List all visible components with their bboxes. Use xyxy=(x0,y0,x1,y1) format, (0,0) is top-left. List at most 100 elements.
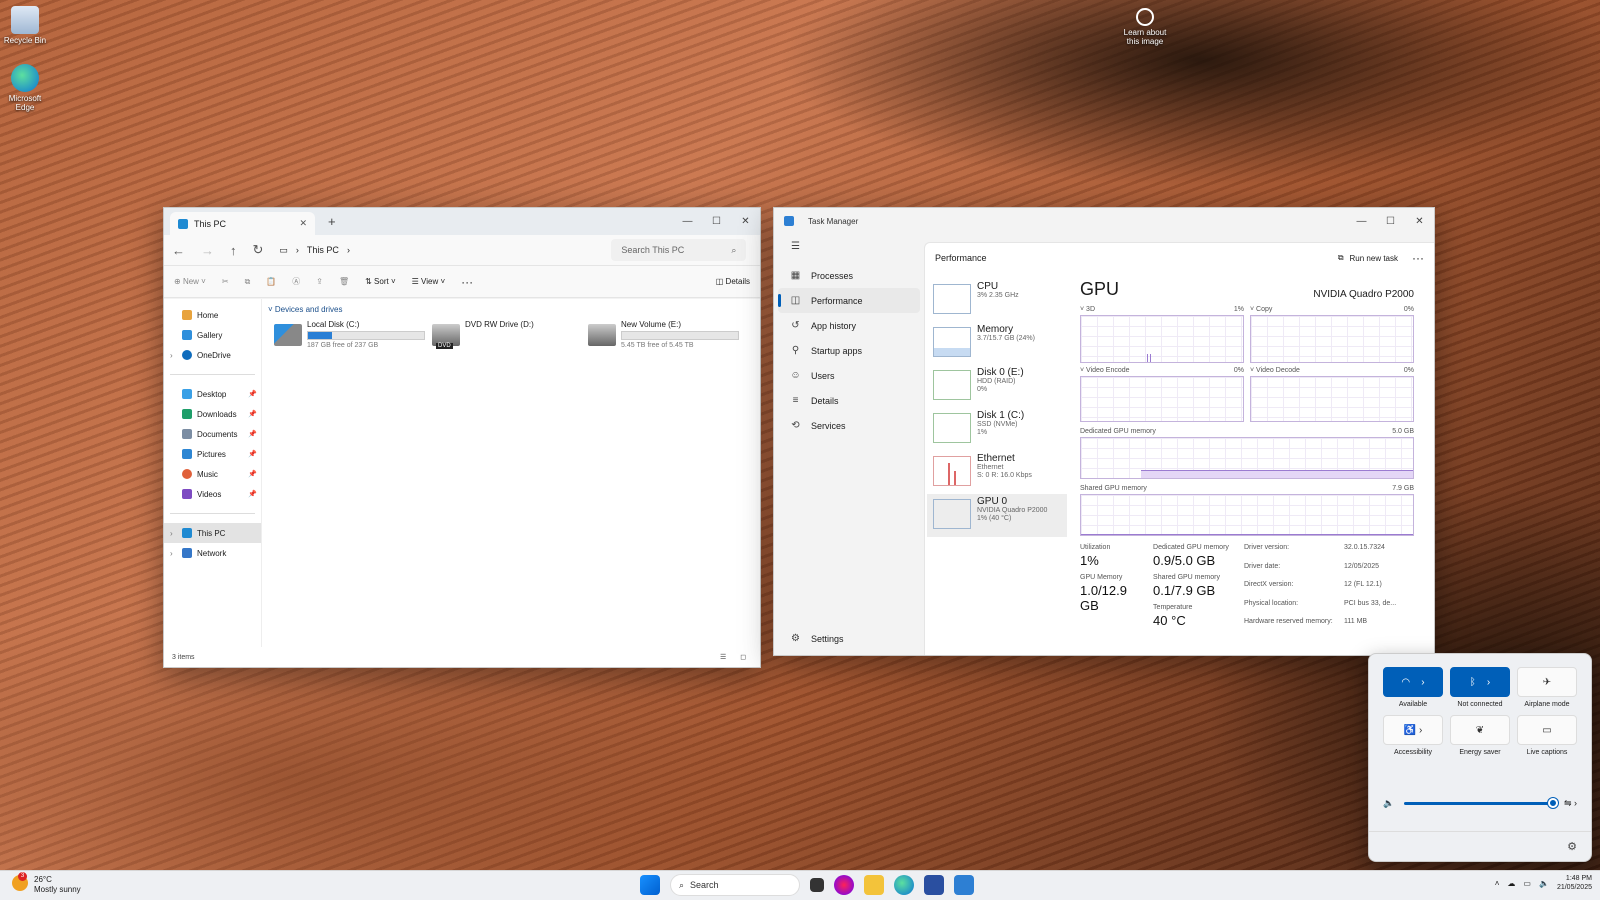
accessibility-toggle[interactable]: ♿ › xyxy=(1383,715,1443,745)
airplane-mode-toggle[interactable]: ✈ xyxy=(1517,667,1577,697)
drive-d[interactable]: DVD DVD RW Drive (D:) xyxy=(432,320,534,349)
start-button[interactable] xyxy=(640,875,660,895)
ethernet-thumbnail xyxy=(933,456,971,486)
sidebar-item-network[interactable]: › Network xyxy=(164,543,261,563)
disk-thumbnail xyxy=(933,413,971,443)
address-bar[interactable]: ▭ › This PC › xyxy=(279,239,595,261)
sidebar-item-documents[interactable]: Documents 📌 xyxy=(164,424,261,444)
maximize-button[interactable]: ☐ xyxy=(702,208,731,234)
close-button[interactable]: ✕ xyxy=(731,208,760,234)
nav-performance[interactable]: ◫ Performance xyxy=(778,288,920,313)
copy-icon[interactable]: ⧉ xyxy=(245,277,251,287)
maximize-button[interactable]: ☐ xyxy=(1376,208,1405,234)
more-icon[interactable]: ··· xyxy=(461,275,473,289)
nav-startup-apps[interactable]: ⚲ Startup apps xyxy=(778,338,920,363)
view-button[interactable]: ☰ View ˅ xyxy=(412,277,446,286)
minimize-button[interactable]: — xyxy=(673,208,702,234)
sidebar-item-videos[interactable]: Videos 📌 xyxy=(164,484,261,504)
nav-app-history[interactable]: ↺ App history xyxy=(778,313,920,338)
engine-select-copy[interactable]: ˅ Copy xyxy=(1250,306,1272,313)
bluetooth-toggle[interactable]: ᛒ › xyxy=(1450,667,1510,697)
clock[interactable]: 1:48 PM 21/05/2025 xyxy=(1557,874,1592,892)
new-button[interactable]: ⊕ New ˅ xyxy=(174,277,206,286)
sort-button[interactable]: ⇅ Sort ˅ xyxy=(365,277,396,286)
drive-c[interactable]: Local Disk (C:) 187 GB free of 237 GB xyxy=(274,320,425,349)
refresh-icon[interactable]: ↻ xyxy=(253,242,264,258)
resource-gpu-0[interactable]: GPU 0 NVIDIA Quadro P2000 1% (40 °C) xyxy=(927,494,1067,537)
hamburger-menu-icon[interactable]: ☰ xyxy=(778,234,920,259)
sidebar-item-downloads[interactable]: Downloads 📌 xyxy=(164,404,261,424)
volume-knob[interactable] xyxy=(1547,798,1558,808)
chevron-up-icon[interactable]: ˄ xyxy=(1495,879,1500,888)
view-toggle-icons[interactable]: ☰ ◻ xyxy=(720,653,752,661)
breadcrumb[interactable]: This PC xyxy=(307,245,339,255)
copilot-icon[interactable] xyxy=(834,875,854,895)
settings-gear-icon[interactable]: ⚙ xyxy=(1567,840,1577,853)
task-view-icon[interactable] xyxy=(810,878,824,892)
close-button[interactable]: ✕ xyxy=(1405,208,1434,234)
nav-details[interactable]: ≡ Details xyxy=(778,388,920,413)
sidebar-item-pictures[interactable]: Pictures 📌 xyxy=(164,444,261,464)
resource-memory[interactable]: Memory 3.7/15.7 GB (24%) xyxy=(927,322,1067,365)
edge-desktop-icon[interactable]: Microsoft Edge xyxy=(0,64,50,113)
details-button[interactable]: ◫ Details xyxy=(716,277,750,286)
up-icon[interactable]: ↑ xyxy=(230,243,237,258)
learn-about-image-icon[interactable]: Learn about this image xyxy=(1118,8,1172,47)
engine-select-video-decode[interactable]: ˅ Video Decode xyxy=(1250,367,1300,374)
quick-settings-panel: ◠ › Available ᛒ › Not connected ✈ Airplane … xyxy=(1368,653,1592,862)
pin-icon: 📌 xyxy=(248,451,257,458)
sidebar-item-music[interactable]: Music 📌 xyxy=(164,464,261,484)
forward-icon[interactable]: → xyxy=(201,243,214,258)
share-icon[interactable]: ⇪ xyxy=(316,277,323,286)
volume-tray-icon[interactable]: 🔈 xyxy=(1539,879,1549,888)
energy-saver-toggle[interactable]: ❦ xyxy=(1450,715,1510,745)
back-icon[interactable]: ← xyxy=(172,243,185,258)
wifi-toggle[interactable]: ◠ › xyxy=(1383,667,1443,697)
rename-icon[interactable]: Ⓐ xyxy=(292,276,300,287)
sidebar-item-home[interactable]: Home xyxy=(164,305,261,325)
drive-e[interactable]: New Volume (E:) 5.45 TB free of 5.45 TB xyxy=(588,320,739,349)
volume-slider[interactable]: 🔈 ⇋ › xyxy=(1383,798,1577,809)
resource-list: CPU 3% 2.35 GHz Memory 3.7/15.7 GB (24%) D… xyxy=(927,279,1067,537)
utilization-value: 1% xyxy=(1080,553,1099,568)
sidebar-item-this-pc[interactable]: › This PC xyxy=(164,523,261,543)
picture-icon xyxy=(182,449,192,459)
recycle-bin-icon[interactable]: Recycle Bin xyxy=(0,6,50,46)
close-tab-icon[interactable]: ✕ xyxy=(299,218,307,229)
store-icon[interactable] xyxy=(924,875,944,895)
resource-ethernet[interactable]: Ethernet Ethernet S: 0 R: 16.0 Kbps xyxy=(927,451,1067,494)
run-new-task-button[interactable]: ⧉ Run new task xyxy=(1338,253,1398,263)
search-input[interactable]: Search This PC ⌕ xyxy=(611,239,747,261)
resource-disk-0[interactable]: Disk 0 (E:) HDD (RAID) 0% xyxy=(927,365,1067,408)
weather-widget[interactable]: 3 26°C Mostly sunny xyxy=(12,872,81,894)
taskbar-search[interactable]: ⌕ Search xyxy=(670,874,800,896)
audio-output-icon[interactable]: ⇋ › xyxy=(1564,798,1577,809)
nav-services[interactable]: ⟲ Services xyxy=(778,413,920,438)
resource-cpu[interactable]: CPU 3% 2.35 GHz xyxy=(927,279,1067,322)
group-header[interactable]: ˅ Devices and drives xyxy=(268,305,754,314)
engine-select-video-encode[interactable]: ˅ Video Encode xyxy=(1080,367,1130,374)
edge-icon[interactable] xyxy=(894,875,914,895)
more-icon[interactable]: ··· xyxy=(1412,251,1424,265)
onedrive-icon[interactable]: ☁ xyxy=(1507,879,1515,888)
sidebar-item-onedrive[interactable]: › OneDrive xyxy=(164,345,261,365)
new-tab-button[interactable]: + xyxy=(328,214,336,229)
graph-video-encode xyxy=(1080,376,1244,422)
nav-users[interactable]: ☺ Users xyxy=(778,363,920,388)
sidebar-item-gallery[interactable]: Gallery xyxy=(164,325,261,345)
delete-icon[interactable]: 🗑 xyxy=(339,277,349,286)
resource-disk-1[interactable]: Disk 1 (C:) SSD (NVMe) 1% xyxy=(927,408,1067,451)
network-tray-icon[interactable]: ▭ xyxy=(1523,879,1531,888)
live-captions-toggle[interactable]: ▭ xyxy=(1517,715,1577,745)
cut-icon[interactable]: ✂ xyxy=(222,277,229,286)
shared-memory-value: 0.1/7.9 GB xyxy=(1153,583,1216,598)
task-manager-taskbar-icon[interactable] xyxy=(954,875,974,895)
minimize-button[interactable]: — xyxy=(1347,208,1376,234)
nav-settings[interactable]: ⚙ Settings xyxy=(778,626,920,651)
file-explorer-icon[interactable] xyxy=(864,875,884,895)
sidebar-item-desktop[interactable]: Desktop 📌 xyxy=(164,384,261,404)
engine-select-3d[interactable]: ˅ 3D xyxy=(1080,306,1095,313)
tab-this-pc[interactable]: This PC ✕ xyxy=(170,212,315,235)
paste-icon[interactable]: 📋 xyxy=(266,277,276,286)
nav-processes[interactable]: ▦ Processes xyxy=(778,263,920,288)
